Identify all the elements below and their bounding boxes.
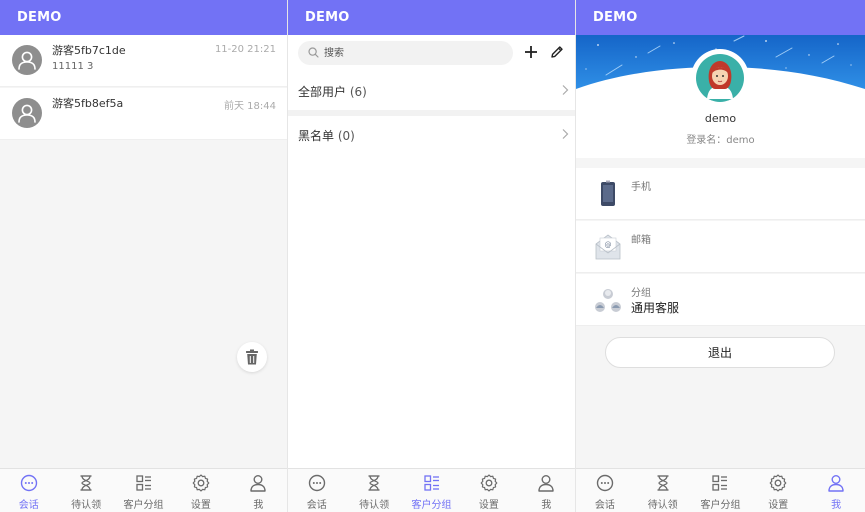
panel-header: DEMO xyxy=(576,0,865,35)
delete-button[interactable] xyxy=(237,342,267,372)
tab-list[interactable]: 客户分组 xyxy=(403,469,460,512)
panel-header: DEMO xyxy=(0,0,287,35)
avatar xyxy=(693,51,747,105)
tab-gear[interactable]: 设置 xyxy=(172,469,229,512)
conversation-item[interactable]: 游客5fb8ef5a 前天 18:44 xyxy=(0,88,287,140)
tab-chat[interactable]: 会话 xyxy=(0,469,57,512)
tab-user[interactable]: 我 xyxy=(807,469,865,512)
tab-user[interactable]: 我 xyxy=(518,469,575,512)
tab-label: 我 xyxy=(831,500,842,511)
tab-label: 客户分组 xyxy=(700,500,741,511)
tab-label: 客户分组 xyxy=(411,500,452,511)
profile-login-name: 登录名：demo xyxy=(686,135,755,146)
group-label: 黑名单 (0) xyxy=(298,129,355,143)
tab-bar: 会话 待认领 客户分组 设置 我 xyxy=(576,468,865,512)
panel-header: DEMO xyxy=(288,0,575,35)
avatar xyxy=(12,45,42,75)
tab-gear[interactable]: 设置 xyxy=(749,469,807,512)
group-icon xyxy=(595,289,621,312)
tab-label: 会话 xyxy=(18,500,39,511)
info-label: 邮箱 xyxy=(631,235,651,246)
conversation-preview: 11111 3 xyxy=(52,61,94,72)
pencil-icon xyxy=(551,46,563,58)
tab-label: 会话 xyxy=(306,500,327,511)
tab-label: 设置 xyxy=(478,500,499,511)
conversation-name: 游客5fb7c1de xyxy=(52,44,126,57)
info-label: 手机 xyxy=(631,182,651,193)
add-button[interactable] xyxy=(523,43,539,61)
tab-label: 设置 xyxy=(190,500,211,511)
profile-card: demo 登录名：demo xyxy=(576,35,865,158)
tab-label: 待认领 xyxy=(647,500,678,511)
info-row-group: 分组 通用客服 xyxy=(576,274,865,326)
tab-label: 待认领 xyxy=(359,500,390,511)
mail-icon: @ xyxy=(595,234,621,260)
user-icon xyxy=(536,473,556,493)
profile-name: demo xyxy=(704,112,737,125)
info-row-email: @ 邮箱 xyxy=(576,221,865,273)
gear-icon xyxy=(479,473,499,493)
tab-hourglass[interactable]: 待认领 xyxy=(634,469,692,512)
conversations-panel: DEMO 游客5fb7c1de 11111 3 11-20 21:21 游客5f… xyxy=(0,0,288,512)
group-label: 全部用户 (6) xyxy=(298,85,367,99)
user-icon xyxy=(826,473,846,493)
chat-icon xyxy=(19,473,39,493)
tab-list[interactable]: 客户分组 xyxy=(115,469,172,512)
chat-icon xyxy=(307,473,327,493)
tab-gear[interactable]: 设置 xyxy=(460,469,517,512)
chat-icon xyxy=(595,473,615,493)
list-icon xyxy=(134,473,154,493)
info-value: 通用客服 xyxy=(631,301,680,315)
tab-bar: 会话 待认领 客户分组 设置 我 xyxy=(288,468,575,512)
user-icon xyxy=(248,473,268,493)
group-row-blacklist[interactable]: 黑名单 (0) xyxy=(288,116,575,154)
tab-list[interactable]: 客户分组 xyxy=(692,469,750,512)
tab-label: 客户分组 xyxy=(123,500,164,511)
chevron-right-icon xyxy=(562,85,569,95)
profile-panel: DEMO demo 登录名：demo 手机 @ 邮箱 分组 通用客服 退出 会话… xyxy=(576,0,865,512)
info-row-phone: 手机 xyxy=(576,168,865,220)
tab-label: 待认领 xyxy=(71,500,102,511)
avatar xyxy=(12,98,42,128)
list-icon xyxy=(422,473,442,493)
conversation-time: 前天 18:44 xyxy=(224,101,276,112)
conversation-time: 11-20 21:21 xyxy=(214,44,276,55)
search-box xyxy=(298,41,513,65)
tab-bar: 会话 待认领 客户分组 设置 我 xyxy=(0,468,287,512)
tab-chat[interactable]: 会话 xyxy=(288,469,345,512)
gear-icon xyxy=(768,473,788,493)
tab-label: 会话 xyxy=(594,500,615,511)
tab-label: 我 xyxy=(253,500,264,511)
gear-icon xyxy=(191,473,211,493)
hourglass-icon xyxy=(364,473,384,493)
info-label: 分组 xyxy=(631,288,651,299)
group-row-all-users[interactable]: 全部用户 (6) xyxy=(288,72,575,110)
customer-groups-panel: DEMO 全部用户 (6) 黑名单 (0) 会话 待认领 客户分组 设置 我 xyxy=(288,0,576,512)
phone-icon xyxy=(601,180,615,206)
svg-text:@: @ xyxy=(605,241,612,249)
tab-label: 我 xyxy=(541,500,552,511)
conversation-item[interactable]: 游客5fb7c1de 11111 3 11-20 21:21 xyxy=(0,35,287,87)
search-input[interactable] xyxy=(324,44,504,62)
tab-label: 设置 xyxy=(768,500,789,511)
plus-icon xyxy=(525,46,537,58)
logout-button[interactable]: 退出 xyxy=(605,337,835,368)
search-icon xyxy=(308,47,319,58)
chevron-right-icon xyxy=(562,129,569,139)
tab-hourglass[interactable]: 待认领 xyxy=(345,469,402,512)
tab-hourglass[interactable]: 待认领 xyxy=(57,469,114,512)
trash-icon xyxy=(246,349,258,365)
list-icon xyxy=(710,473,730,493)
hourglass-icon xyxy=(653,473,673,493)
conversation-name: 游客5fb8ef5a xyxy=(52,97,124,110)
tab-chat[interactable]: 会话 xyxy=(576,469,634,512)
hourglass-icon xyxy=(76,473,96,493)
tab-user[interactable]: 我 xyxy=(230,469,287,512)
edit-button[interactable] xyxy=(549,44,565,60)
